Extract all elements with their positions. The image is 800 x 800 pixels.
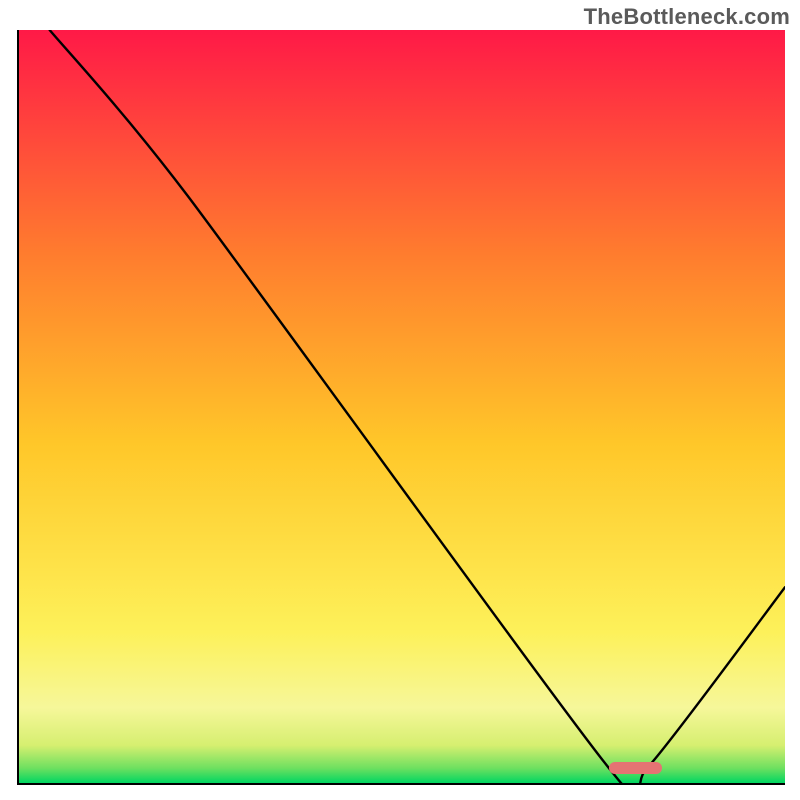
plot-area	[17, 30, 785, 785]
bottleneck-curve	[19, 30, 785, 783]
optimal-marker	[609, 762, 663, 774]
watermark-text: TheBottleneck.com	[584, 4, 790, 30]
chart-frame: TheBottleneck.com	[0, 0, 800, 800]
